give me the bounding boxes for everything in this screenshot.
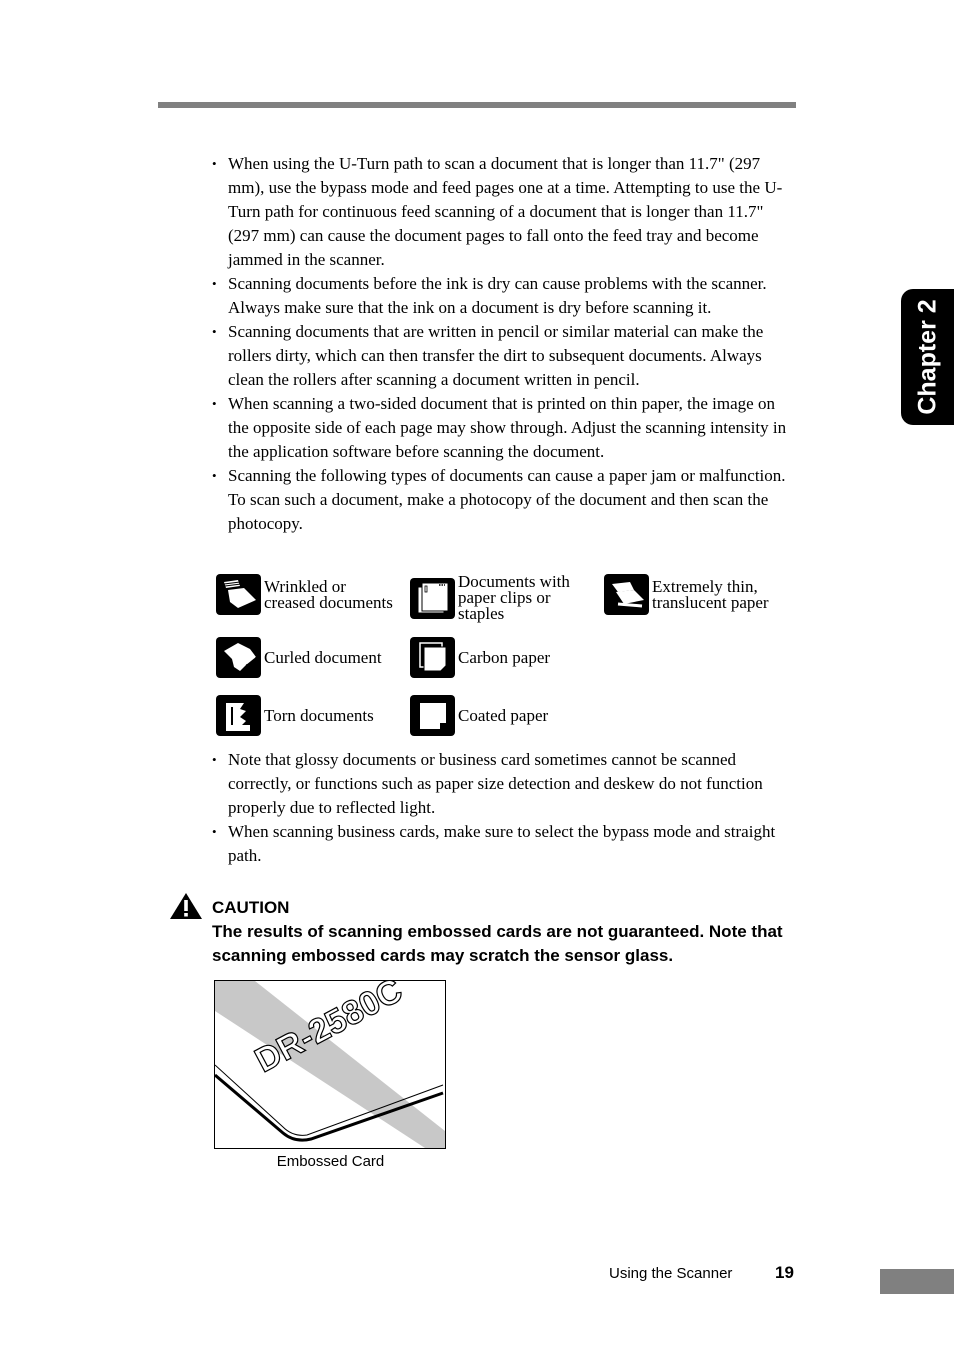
thin-paper-icon xyxy=(604,574,649,615)
doc-type-curled: Curled document xyxy=(216,637,382,678)
coated-paper-icon xyxy=(410,695,455,736)
bullet-item: When scanning business cards, make sure … xyxy=(212,820,797,868)
embossed-card-illustration: DR-2580C xyxy=(215,981,445,1148)
doc-type-label: Wrinkled or creased documents xyxy=(264,576,393,612)
warning-icon xyxy=(170,893,202,919)
bullet-item: Scanning documents that are written in p… xyxy=(212,320,797,392)
precautions-list: When using the U-Turn path to scan a doc… xyxy=(212,152,797,536)
carbon-paper-icon xyxy=(410,637,455,678)
doc-type-label: Curled document xyxy=(264,647,382,667)
paper-clip-document-icon xyxy=(410,577,455,619)
doc-type-wrinkled: Wrinkled or creased documents xyxy=(216,574,393,615)
wrinkled-document-icon xyxy=(216,574,261,615)
chapter-tab[interactable]: Chapter 2 xyxy=(901,289,954,425)
doc-type-paper-clips: Documents with paper clips or staples xyxy=(410,572,570,623)
doc-type-label: Documents with paper clips or staples xyxy=(458,572,570,623)
bullet-item: When scanning a two-sided document that … xyxy=(212,392,797,464)
doc-type-label: Carbon paper xyxy=(458,647,551,667)
page-number: 19 xyxy=(775,1263,794,1282)
header-rule xyxy=(158,102,796,108)
embossed-card-figure: DR-2580C xyxy=(214,980,446,1149)
bullet-item: When using the U-Turn path to scan a doc… xyxy=(212,152,797,272)
doc-type-thin-paper: Extremely thin, translucent paper xyxy=(604,574,769,615)
doc-type-coated: Coated paper xyxy=(410,695,548,736)
footer-bar xyxy=(880,1269,954,1294)
bullet-item: Note that glossy documents or business c… xyxy=(212,748,797,820)
doc-type-carbon: Carbon paper xyxy=(410,637,550,678)
doc-type-label: Coated paper xyxy=(458,705,549,725)
document-types-grid: Wrinkled or creased documents Documents … xyxy=(216,572,816,742)
torn-document-icon xyxy=(216,695,261,736)
doc-type-label: Torn documents xyxy=(264,705,374,725)
chapter-tab-label: Chapter 2 xyxy=(913,299,941,415)
notes-list: Note that glossy documents or business c… xyxy=(212,748,797,868)
footer-section-title: Using the Scanner xyxy=(609,1265,733,1282)
bullet-item: Scanning documents before the ink is dry… xyxy=(212,272,797,320)
curled-document-icon xyxy=(216,637,261,678)
doc-type-torn: Torn documents xyxy=(216,695,374,736)
caution-title: CAUTION xyxy=(212,898,290,917)
doc-type-label: Extremely thin, translucent paper xyxy=(652,576,769,612)
bullet-item: Scanning the following types of document… xyxy=(212,464,797,536)
caution-text: The results of scanning embossed cards a… xyxy=(212,922,783,965)
figure-caption: Embossed Card xyxy=(276,1153,385,1170)
